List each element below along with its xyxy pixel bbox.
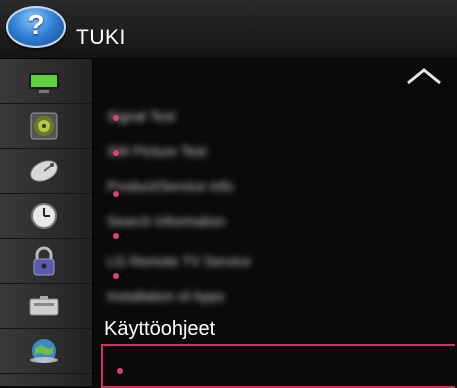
menu-item-installation[interactable]: Installation of Apps	[97, 282, 337, 312]
sidebar-item-time[interactable]	[0, 194, 92, 239]
sidebar-item-options[interactable]	[0, 284, 92, 329]
menu-item-product-info[interactable]: Product/Service Info	[97, 172, 337, 202]
sidebar-item-picture[interactable]	[0, 59, 92, 104]
bullet-dot	[113, 273, 119, 279]
bullet-dot	[113, 150, 119, 156]
menu-item-label: Product/Service Info	[107, 178, 234, 194]
speaker-icon	[30, 112, 58, 140]
picture-icon	[29, 73, 59, 93]
menu-item-label: Installation of Apps	[107, 288, 225, 304]
bullet-dot	[113, 233, 119, 239]
network-globe-icon	[30, 339, 58, 363]
bullet-dot	[113, 115, 119, 121]
section-label-user-guide: Käyttöohjeet	[104, 318, 216, 340]
sidebar-item-sound[interactable]	[0, 104, 92, 149]
header-bar: ? TUKI	[0, 0, 457, 59]
bullet-dot	[113, 191, 119, 197]
options-icon	[29, 296, 59, 316]
bullet-dot	[117, 368, 123, 374]
sidebar	[0, 59, 93, 386]
menu-item-remote-service[interactable]: LG Remote TV Service	[97, 247, 337, 279]
sidebar-item-channels[interactable]	[0, 149, 92, 194]
lock-icon	[33, 246, 55, 276]
menu-item-signal-test[interactable]: Signal Test	[97, 102, 337, 132]
chevron-up-icon[interactable]	[404, 65, 444, 87]
help-icon: ?	[6, 6, 66, 48]
menu-item-label: LG Remote TV Service	[107, 253, 251, 269]
focused-menu-item[interactable]	[101, 344, 455, 388]
sidebar-item-lock[interactable]	[0, 239, 92, 284]
help-glyph: ?	[27, 9, 45, 40]
sidebar-item-network[interactable]	[0, 329, 92, 374]
menu-item-label: Search Information	[107, 213, 226, 229]
menu-item-search-info[interactable]: Search Information	[97, 207, 337, 239]
menu-item-picture-test[interactable]: SW Picture Test	[97, 137, 337, 167]
page-title: TUKI	[76, 26, 126, 49]
menu-item-label: SW Picture Test	[107, 143, 207, 159]
clock-icon	[31, 203, 57, 229]
satellite-dish-icon	[30, 160, 58, 182]
